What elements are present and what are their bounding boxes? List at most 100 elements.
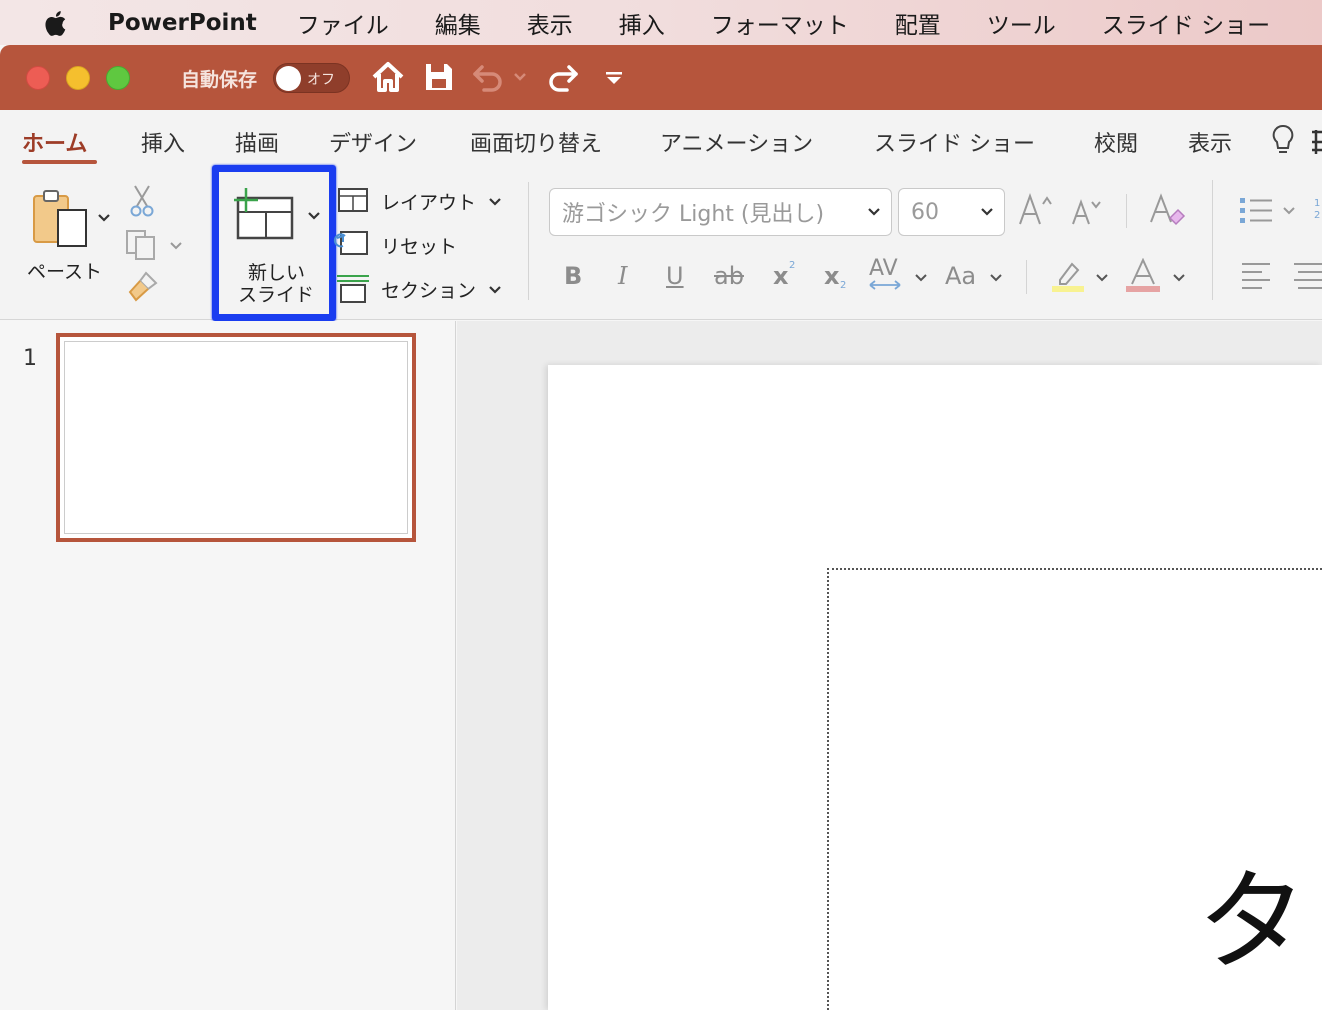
- italic-button[interactable]: I: [618, 262, 627, 290]
- paste-dropdown-chevron-icon[interactable]: [96, 210, 112, 226]
- paste-icon[interactable]: [30, 188, 90, 250]
- cut-scissors-icon[interactable]: [128, 184, 156, 218]
- copy-icon[interactable]: [124, 228, 160, 262]
- tab-insert[interactable]: 挿入: [141, 126, 185, 158]
- undo-icon[interactable]: [470, 59, 506, 95]
- font-name-combo[interactable]: 游ゴシック Light (見出し): [549, 188, 892, 236]
- new-slide-highlight-box: [212, 165, 336, 321]
- layout-icon[interactable]: [337, 186, 369, 214]
- change-case-button[interactable]: Aa: [945, 262, 976, 290]
- autosave-toggle[interactable]: オフ: [273, 63, 350, 93]
- font-color-dropdown-chevron-icon[interactable]: [1171, 270, 1187, 286]
- highlighter-icon[interactable]: [1050, 258, 1086, 294]
- reset-icon[interactable]: [333, 228, 369, 258]
- section-dropdown-chevron-icon[interactable]: [487, 282, 503, 298]
- layout-dropdown-chevron-icon[interactable]: [487, 194, 503, 210]
- numbering-icon[interactable]: 1 2: [1312, 194, 1322, 228]
- font-color-icon[interactable]: [1124, 258, 1162, 294]
- tab-transitions[interactable]: 画面切り替え: [470, 126, 602, 158]
- copy-dropdown-chevron-icon[interactable]: [168, 238, 184, 254]
- highlight-dropdown-chevron-icon[interactable]: [1094, 270, 1110, 286]
- bold-button[interactable]: B: [564, 262, 582, 290]
- underline-button[interactable]: U: [666, 262, 684, 290]
- customize-toolbar-icon[interactable]: [603, 67, 625, 89]
- superscript-button[interactable]: x: [773, 262, 788, 290]
- toggle-knob: [276, 66, 301, 91]
- subscript-button[interactable]: x: [824, 262, 839, 290]
- tab-slideshow[interactable]: スライド ショー: [874, 126, 1035, 158]
- menu-view[interactable]: 表示: [527, 6, 573, 40]
- menu-insert[interactable]: 挿入: [619, 6, 665, 40]
- case-dropdown-chevron-icon[interactable]: [988, 270, 1004, 286]
- spacing-dropdown-chevron-icon[interactable]: [913, 270, 929, 286]
- ribbon-separator: [1126, 194, 1127, 228]
- tab-home[interactable]: ホーム: [22, 126, 87, 158]
- undo-dropdown-chevron-icon[interactable]: [512, 69, 528, 85]
- menu-arrange[interactable]: 配置: [895, 6, 941, 40]
- svg-text:2: 2: [840, 280, 846, 290]
- tab-design[interactable]: デザイン: [329, 126, 417, 158]
- decrease-font-size-icon[interactable]: [1070, 196, 1106, 228]
- svg-text:2: 2: [789, 260, 795, 270]
- slide-thumbnail[interactable]: [56, 333, 416, 542]
- tell-me-overflow-icon[interactable]: [1310, 128, 1322, 156]
- menu-format[interactable]: フォーマット: [711, 6, 849, 40]
- autosave-state: オフ: [307, 72, 335, 88]
- font-size-value: 60: [911, 199, 939, 225]
- save-icon[interactable]: [422, 59, 456, 95]
- menu-slideshow[interactable]: スライド ショー: [1102, 6, 1270, 40]
- align-center-icon[interactable]: [1292, 260, 1322, 290]
- slide-number: 1: [23, 346, 37, 371]
- slide-editing-area: タ: [457, 321, 1322, 1010]
- format-painter-icon[interactable]: [126, 270, 162, 304]
- home-ribbon: ペースト 新しい スライド レイアウト リセット セクション 游ゴシック Lig…: [0, 165, 1322, 321]
- layout-label[interactable]: レイアウト: [381, 188, 476, 215]
- character-spacing-arrows-icon: [869, 280, 901, 290]
- slide-thumbnail-preview: [64, 341, 408, 534]
- autosave-label: 自動保存: [181, 69, 258, 91]
- font-name-chevron-icon: [868, 208, 880, 216]
- tab-review[interactable]: 校閲: [1094, 126, 1138, 158]
- bullets-icon[interactable]: [1238, 194, 1298, 228]
- apple-logo-icon[interactable]: [40, 7, 72, 39]
- fullscreen-window-button[interactable]: [106, 66, 130, 90]
- menu-edit[interactable]: 編集: [435, 6, 481, 40]
- tab-draw[interactable]: 描画: [235, 126, 279, 158]
- svg-text:2: 2: [1314, 210, 1320, 221]
- paste-label[interactable]: ペースト: [27, 257, 102, 284]
- strikethrough-button[interactable]: ab: [714, 262, 744, 290]
- tab-animations[interactable]: アニメーション: [660, 126, 813, 158]
- close-window-button[interactable]: [26, 66, 50, 90]
- lightbulb-icon[interactable]: [1268, 122, 1298, 158]
- window-title-bar: 自動保存 オフ: [0, 45, 1322, 110]
- svg-text:1: 1: [1314, 198, 1320, 209]
- ribbon-tab-bar: ホーム 挿入 描画 デザイン 画面切り替え アニメーション スライド ショー 校…: [0, 110, 1322, 170]
- superscript-marker-icon: 2: [789, 260, 795, 270]
- clear-formatting-icon[interactable]: [1148, 192, 1186, 230]
- menu-app-name[interactable]: PowerPoint: [108, 10, 257, 36]
- home-icon[interactable]: [370, 59, 406, 95]
- slide-canvas[interactable]: タ: [548, 365, 1322, 1010]
- minimize-window-button[interactable]: [66, 66, 90, 90]
- slide-thumbnail-pane: 1: [0, 321, 456, 1010]
- ribbon-separator: [1212, 180, 1213, 300]
- ribbon-separator: [528, 182, 529, 300]
- align-left-icon[interactable]: [1240, 260, 1274, 290]
- macos-menu-bar: PowerPoint ファイル 編集 表示 挿入 フォーマット 配置 ツール ス…: [0, 0, 1322, 45]
- menu-file[interactable]: ファイル: [297, 6, 389, 40]
- menu-tools[interactable]: ツール: [987, 6, 1056, 40]
- reset-label[interactable]: リセット: [381, 232, 457, 259]
- redo-icon[interactable]: [545, 59, 581, 95]
- active-tab-indicator: [22, 160, 97, 164]
- increase-font-size-icon[interactable]: [1016, 192, 1056, 228]
- title-placeholder[interactable]: タ: [827, 568, 1322, 1010]
- tab-view[interactable]: 表示: [1188, 126, 1232, 158]
- font-name-value: 游ゴシック Light (見出し): [562, 202, 825, 227]
- subscript-marker-icon: 2: [840, 280, 846, 290]
- section-icon[interactable]: [337, 272, 369, 304]
- ribbon-separator: [1026, 260, 1027, 294]
- section-label[interactable]: セクション: [381, 276, 476, 303]
- font-size-combo[interactable]: 60: [898, 188, 1005, 236]
- font-size-chevron-icon: [981, 208, 993, 216]
- title-text[interactable]: タ: [1197, 832, 1307, 992]
